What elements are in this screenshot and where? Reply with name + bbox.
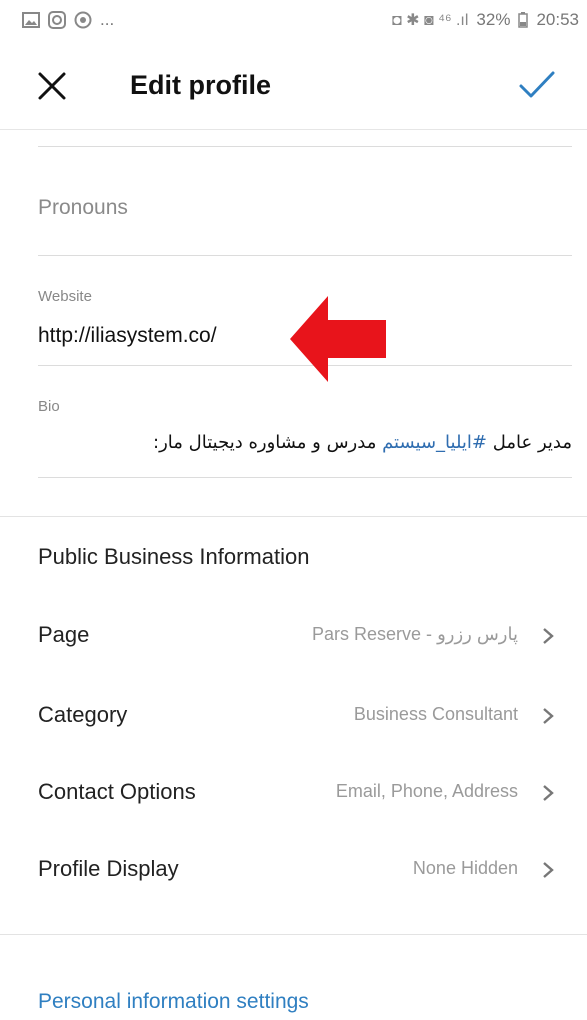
profile-display-row-label: Profile Display bbox=[38, 856, 179, 881]
page-row-label: Page bbox=[38, 622, 90, 647]
page-row-value: Pars Reserve - پارس رزرو bbox=[312, 624, 518, 644]
personal-information-settings-link[interactable]: Personal information settings bbox=[38, 990, 309, 1014]
bio-input[interactable]: مدیر عامل #ایلیا_سیستم مدرس و مشاوره دیج… bbox=[38, 432, 572, 453]
close-icon[interactable] bbox=[36, 70, 68, 102]
battery-icon bbox=[518, 12, 529, 28]
category-row-value: Business Consultant bbox=[353, 704, 518, 724]
website-input[interactable]: http://iliasystem.co/ bbox=[38, 324, 217, 348]
bio-hashtag[interactable]: #ایلیا_سیستم bbox=[382, 432, 487, 453]
bio-text-end: مدرس و مشاوره دیجیتال مار: bbox=[153, 432, 383, 453]
contact-options-row[interactable]: Contact Options Email, Phone, Address bbox=[38, 767, 558, 817]
chevron-right-icon bbox=[543, 785, 554, 801]
status-time: 20:53 bbox=[536, 10, 579, 29]
page-row[interactable]: Page Pars Reserve - پارس رزرو bbox=[38, 610, 558, 660]
website-label: Website bbox=[38, 288, 92, 305]
contact-options-row-value: Email, Phone, Address bbox=[335, 781, 518, 801]
checkmark-icon[interactable] bbox=[518, 68, 556, 102]
bio-label: Bio bbox=[38, 398, 60, 415]
section-divider bbox=[0, 934, 587, 935]
profile-display-row-value: None Hidden bbox=[412, 858, 518, 878]
profile-display-row[interactable]: Profile Display None Hidden bbox=[38, 844, 558, 894]
bio-text-start: مدیر عامل bbox=[487, 432, 572, 453]
page-title: Edit profile bbox=[130, 70, 271, 100]
contact-options-row-label: Contact Options bbox=[38, 779, 196, 804]
status-signal-icons: ◘ ✱ ◙ ⁴⁶ .ıl bbox=[392, 12, 469, 29]
instagram-icon bbox=[48, 11, 66, 29]
previous-field-divider bbox=[38, 146, 572, 147]
status-bar: ... ◘ ✱ ◙ ⁴⁶ .ıl 32% 20:53 bbox=[0, 0, 587, 40]
chevron-right-icon bbox=[543, 628, 554, 644]
chrome-icon bbox=[74, 11, 92, 29]
chevron-right-icon bbox=[543, 708, 554, 724]
bio-field[interactable]: Bio مدیر عامل #ایلیا_سیستم مدرس و مشاوره… bbox=[38, 366, 572, 478]
business-section-title: Public Business Information bbox=[38, 544, 310, 569]
pronouns-placeholder: Pronouns bbox=[38, 196, 128, 219]
battery-level: 32% bbox=[476, 10, 511, 29]
red-arrow-annotation bbox=[290, 296, 386, 382]
status-bar-right: ◘ ✱ ◙ ⁴⁶ .ıl 32% 20:53 bbox=[392, 10, 579, 30]
status-bar-left: ... bbox=[22, 10, 114, 30]
category-row-label: Category bbox=[38, 702, 128, 727]
image-icon bbox=[22, 12, 40, 28]
section-divider bbox=[0, 516, 587, 517]
chevron-right-icon bbox=[543, 862, 554, 878]
status-more-indicator: ... bbox=[100, 10, 115, 29]
pronouns-field[interactable]: Pronouns bbox=[38, 150, 572, 256]
top-app-bar: Edit profile bbox=[0, 40, 587, 130]
category-row[interactable]: Category Business Consultant bbox=[38, 690, 558, 740]
